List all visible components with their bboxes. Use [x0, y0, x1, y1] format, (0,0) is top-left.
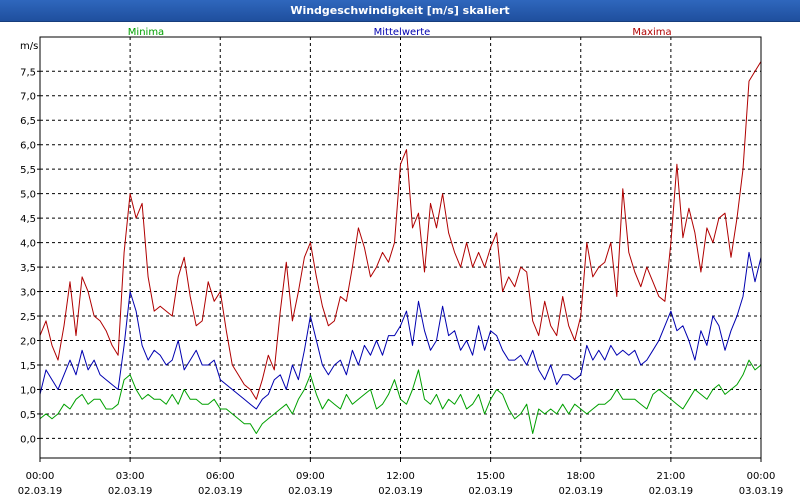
y-tick-label: 2,5 — [20, 312, 36, 323]
x-tick-time-label: 21:00 — [656, 471, 685, 482]
x-tick-time-label: 18:00 — [566, 471, 595, 482]
wind-speed-chart: 0,0 0,5 1,0 1,5 2,0 2,5 3,0 3,5 4,0 4,5 5,0 5,5 6,0 6… — [18, 27, 784, 497]
x-tick-time-label: 00:00 — [26, 471, 55, 482]
y-tick-label: 3,5 — [20, 263, 36, 274]
y-tick-label: 7,5 — [20, 67, 36, 78]
y-tick-label: 1,0 — [20, 385, 36, 396]
x-tick-time-label: 00:00 — [747, 471, 776, 482]
x-tick-date-label: 02.03.19 — [288, 486, 333, 497]
x-tick-time-label: 15:00 — [476, 471, 505, 482]
y-tick-label: 2,0 — [20, 337, 36, 348]
y-tick-label: 1,5 — [20, 361, 36, 372]
y-tick-label: 6,5 — [20, 116, 36, 127]
y-tick-label: 4,0 — [20, 239, 36, 250]
x-tick-date-label: 02.03.19 — [198, 486, 243, 497]
x-tick-time-label: 09:00 — [296, 471, 325, 482]
x-tick-date-label: 02.03.19 — [18, 486, 63, 497]
y-tick-label: 5,5 — [20, 165, 36, 176]
y-tick-label: 5,0 — [20, 190, 36, 201]
x-tick-date-label: 02.03.19 — [468, 486, 513, 497]
legend-mittelwerte: Mittelwerte — [374, 27, 431, 38]
x-tick-date-label: 02.03.19 — [558, 486, 603, 497]
y-tick-label: 0,0 — [20, 434, 36, 445]
y-tick-label: 6,0 — [20, 141, 36, 152]
x-tick-time-label: 03:00 — [116, 471, 145, 482]
y-tick-label: 0,5 — [20, 410, 36, 421]
y-tick-label: 7,0 — [20, 92, 36, 103]
axis-layer: 0,0 0,5 1,0 1,5 2,0 2,5 3,0 3,5 4,0 4,5 5,0 5,5 6,0 6… — [18, 67, 784, 497]
x-tick-date-label: 02.03.19 — [108, 486, 153, 497]
x-tick-date-label: 02.03.19 — [378, 486, 423, 497]
legend-minima: Minima — [128, 27, 164, 38]
x-tick-date-label: 03.03.19 — [739, 486, 784, 497]
legend-maxima: Maxima — [632, 27, 671, 38]
x-tick-date-label: 02.03.19 — [649, 486, 694, 497]
x-tick-time-label: 12:00 — [386, 471, 415, 482]
y-tick-label: 4,5 — [20, 214, 36, 225]
y-tick-label: 3,0 — [20, 288, 36, 299]
x-tick-time-label: 06:00 — [206, 471, 235, 482]
y-axis-unit-label: m/s — [20, 41, 38, 52]
